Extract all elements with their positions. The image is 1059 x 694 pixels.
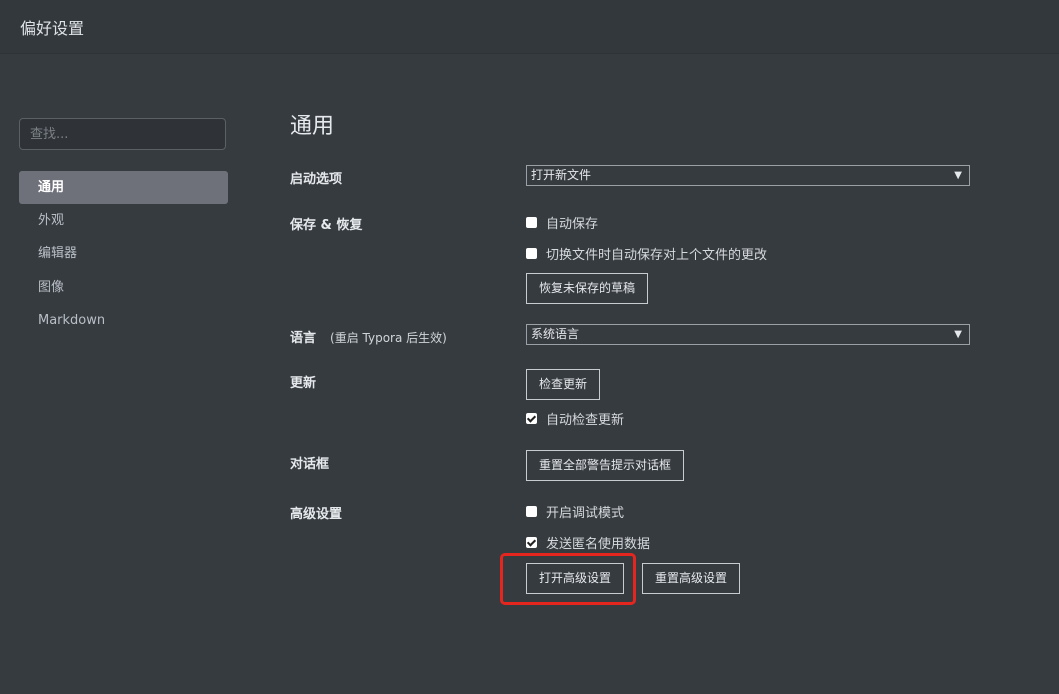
- language-select-value: 系统语言: [531, 327, 580, 341]
- reset-warning-dialogs-button[interactable]: 重置全部警告提示对话框: [526, 450, 685, 481]
- debug-mode-label: 开启调试模式: [546, 505, 625, 521]
- language-note: (重启 Typora 后生效): [330, 331, 447, 345]
- dialog-label: 对话框: [290, 457, 330, 472]
- check-update-button[interactable]: 检查更新: [526, 369, 601, 400]
- dropdown-arrow-icon: ▼: [954, 170, 962, 181]
- anonymous-data-label: 发送匿名使用数据: [546, 536, 651, 552]
- auto-check-update-label: 自动检查更新: [546, 412, 625, 428]
- debug-mode-checkbox[interactable]: 开启调试模式: [526, 502, 625, 521]
- checkbox-icon: [526, 247, 537, 259]
- checkbox-checked-icon: [526, 412, 537, 424]
- advanced-label: 高级设置: [290, 507, 343, 522]
- update-label: 更新: [290, 376, 317, 391]
- checkbox-icon: [526, 505, 537, 517]
- recover-drafts-button[interactable]: 恢复未保存的草稿: [526, 273, 649, 304]
- startup-select[interactable]: 打开新文件 ▼: [526, 165, 970, 186]
- autosave-on-switch-label: 切换文件时自动保存对上个文件的更改: [546, 247, 768, 263]
- checkbox-checked-icon: [526, 536, 537, 548]
- auto-check-update-checkbox[interactable]: 自动检查更新: [526, 409, 625, 428]
- autosave-on-switch-checkbox[interactable]: 切换文件时自动保存对上个文件的更改: [526, 244, 768, 263]
- save-recover-label: 保存 & 恢复: [290, 218, 363, 233]
- title-bar: 偏好设置: [0, 0, 1059, 54]
- window-title: 偏好设置: [20, 19, 85, 38]
- reset-advanced-settings-button[interactable]: 重置高级设置: [642, 563, 741, 594]
- sidebar-item-appearance[interactable]: 外观: [19, 204, 228, 237]
- startup-label: 启动选项: [290, 172, 343, 187]
- autosave-label: 自动保存: [546, 216, 599, 232]
- page-title: 通用: [290, 114, 335, 139]
- search-input[interactable]: [19, 118, 226, 150]
- open-advanced-settings-button[interactable]: 打开高级设置: [526, 563, 625, 594]
- dropdown-arrow-icon: ▼: [954, 329, 962, 340]
- sidebar-item-editor[interactable]: 编辑器: [19, 237, 228, 270]
- sidebar-item-image[interactable]: 图像: [19, 271, 228, 304]
- language-label-text: 语言: [290, 331, 317, 346]
- anonymous-data-checkbox[interactable]: 发送匿名使用数据: [526, 533, 651, 552]
- sidebar-item-general[interactable]: 通用: [19, 171, 228, 204]
- language-select[interactable]: 系统语言 ▼: [526, 324, 970, 345]
- autosave-checkbox[interactable]: 自动保存: [526, 213, 599, 232]
- language-label: 语言 (重启 Typora 后生效): [290, 327, 447, 346]
- startup-select-value: 打开新文件: [531, 168, 592, 182]
- sidebar-item-markdown[interactable]: Markdown: [19, 304, 228, 337]
- checkbox-icon: [526, 216, 537, 228]
